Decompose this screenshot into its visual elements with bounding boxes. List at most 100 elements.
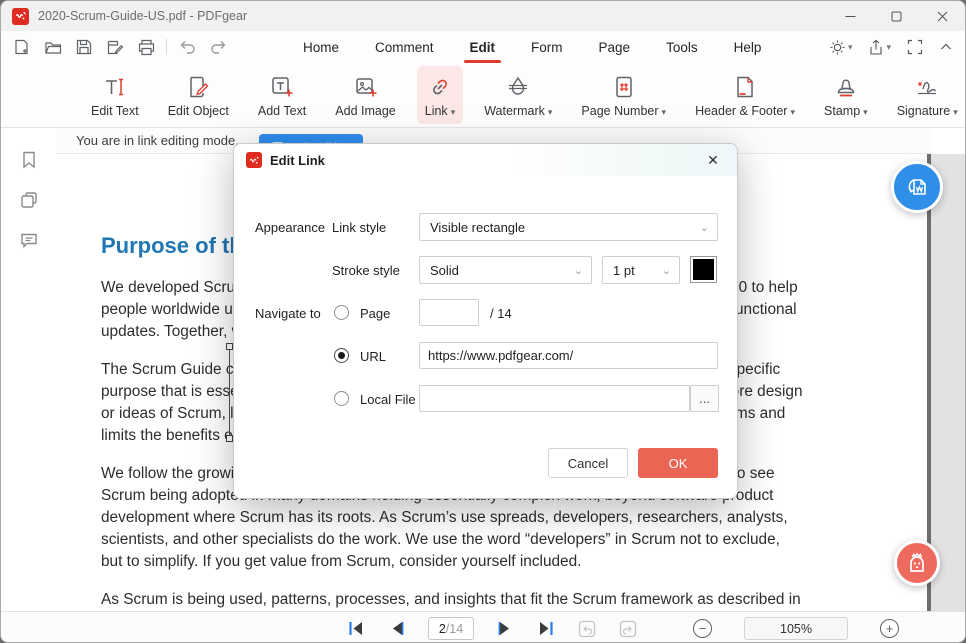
close-button[interactable]	[919, 1, 965, 31]
new-file-icon[interactable]	[11, 36, 33, 58]
next-page-button[interactable]	[495, 618, 515, 640]
link-style-value: Visible rectangle	[430, 220, 525, 235]
page-option-label: Page	[360, 306, 390, 321]
ai-assistant-button[interactable]	[894, 540, 940, 586]
ok-button[interactable]: OK	[638, 448, 718, 478]
zoom-controls: − 105% +	[693, 612, 899, 643]
quick-access-toolbar	[11, 31, 229, 63]
edit-text-icon	[102, 73, 128, 101]
print-icon[interactable]	[135, 36, 157, 58]
share-caret-icon: ▾	[886, 42, 891, 53]
zoom-level-indicator[interactable]: 105%	[744, 617, 848, 640]
collapse-ribbon-button[interactable]	[939, 40, 953, 54]
open-file-icon[interactable]	[42, 36, 64, 58]
theme-caret-icon: ▾	[848, 42, 853, 53]
tab-form[interactable]: Form	[529, 34, 565, 61]
doc-line: but to simplify. If you get value from S…	[101, 551, 911, 573]
previous-view-button[interactable]	[577, 618, 597, 640]
signature-button[interactable]: Signature▾	[889, 66, 966, 124]
watermark-button[interactable]: Watermark▾	[476, 66, 560, 124]
ribbon-label: Add Image	[335, 104, 395, 118]
link-selection-handle[interactable]	[226, 435, 233, 442]
zoom-out-button[interactable]: −	[693, 619, 712, 638]
tab-tools[interactable]: Tools	[664, 34, 700, 61]
add-text-button[interactable]: Add Text	[250, 66, 314, 124]
theme-toggle[interactable]: ▾	[829, 39, 853, 56]
dropdown-caret-icon: ▾	[548, 107, 553, 117]
link-selection-handle[interactable]	[226, 343, 233, 350]
pdfgear-window: 2020-Scrum-Guide-US.pdf - PDFgear	[0, 0, 966, 643]
stroke-color-swatch[interactable]	[690, 256, 717, 283]
watermark-icon	[505, 73, 531, 101]
page-radio[interactable]	[334, 305, 349, 320]
stamp-button[interactable]: Stamp▾	[816, 66, 876, 124]
page-number-button[interactable]: Page Number▾	[573, 66, 674, 124]
link-button[interactable]: Link▾	[417, 66, 463, 124]
next-view-button[interactable]	[618, 618, 638, 640]
pdfgear-logo-icon	[246, 152, 262, 168]
ribbon-label: Stamp▾	[824, 104, 868, 118]
save-icon[interactable]	[73, 36, 95, 58]
url-input[interactable]	[419, 342, 718, 369]
header-footer-button[interactable]: Header & Footer▾	[687, 66, 803, 124]
first-page-button[interactable]	[346, 618, 366, 640]
toolbar-separator	[166, 39, 167, 55]
tab-edit[interactable]: Edit	[468, 34, 498, 61]
save-as-icon[interactable]	[104, 36, 126, 58]
add-image-button[interactable]: Add Image	[327, 66, 403, 124]
stroke-style-select[interactable]: Solid ⌄	[419, 256, 592, 284]
ribbon-label: Watermark▾	[484, 104, 552, 118]
tab-home[interactable]: Home	[301, 34, 341, 61]
comments-panel-icon[interactable]	[1, 220, 56, 260]
select-caret-icon: ⌄	[574, 264, 583, 277]
browse-button[interactable]: ...	[690, 385, 719, 412]
stroke-style-label: Stroke style	[332, 263, 400, 278]
edit-link-dialog: Edit Link ✕ Appearance Link style Visibl…	[233, 143, 738, 499]
menu-bar: Home Comment Edit Form Page Tools Help ▾…	[1, 31, 965, 63]
stroke-width-select[interactable]: 1 pt ⌄	[602, 256, 680, 284]
edit-object-button[interactable]: Edit Object	[160, 66, 237, 124]
minimize-button[interactable]	[827, 1, 873, 31]
left-sidebar	[1, 128, 56, 611]
edit-text-button[interactable]: Edit Text	[83, 66, 147, 124]
local-file-radio[interactable]	[334, 391, 349, 406]
tab-comment[interactable]: Comment	[373, 34, 436, 61]
convert-to-word-button[interactable]	[891, 161, 943, 213]
previous-page-button[interactable]	[387, 618, 407, 640]
tab-help[interactable]: Help	[732, 34, 764, 61]
page-number-input[interactable]	[419, 299, 479, 326]
ribbon-label: Add Text	[258, 104, 306, 118]
ribbon-label: Link▾	[425, 104, 455, 118]
last-page-button[interactable]	[536, 618, 556, 640]
ribbon-label: Page Number▾	[581, 104, 666, 118]
title-bar: 2020-Scrum-Guide-US.pdf - PDFgear	[1, 1, 965, 31]
local-file-option-label: Local File	[360, 392, 416, 407]
zoom-in-button[interactable]: +	[880, 619, 899, 638]
bookmarks-panel-icon[interactable]	[1, 140, 56, 180]
redo-icon[interactable]	[207, 36, 229, 58]
doc-line: As Scrum is being used, patterns, proces…	[101, 589, 911, 611]
share-button[interactable]: ▾	[868, 39, 891, 56]
fullscreen-button[interactable]	[907, 39, 923, 55]
convert-word-icon	[903, 173, 931, 201]
add-text-icon	[269, 73, 295, 101]
status-bar: 2/14 − 105% +	[1, 611, 965, 643]
url-radio[interactable]	[334, 348, 349, 363]
ribbon-label: Signature▾	[897, 104, 958, 118]
cancel-button[interactable]: Cancel	[548, 448, 628, 478]
undo-icon[interactable]	[176, 36, 198, 58]
header-footer-icon	[732, 73, 758, 101]
maximize-button[interactable]	[873, 1, 919, 31]
doc-line: scientists, and other specialists do the…	[101, 529, 911, 551]
dialog-close-icon[interactable]: ✕	[703, 150, 723, 170]
doc-line: development where Scrum has its roots. A…	[101, 507, 911, 529]
local-file-input[interactable]	[419, 385, 690, 412]
page-indicator[interactable]: 2/14	[428, 617, 474, 640]
total-pages: /14	[446, 622, 463, 636]
pdfgear-logo-icon	[12, 8, 29, 25]
doc-paragraph: As Scrum is being used, patterns, proces…	[101, 589, 911, 611]
select-caret-icon: ⌄	[700, 221, 709, 234]
pages-panel-icon[interactable]	[1, 180, 56, 220]
tab-page[interactable]: Page	[597, 34, 633, 61]
link-style-select[interactable]: Visible rectangle ⌄	[419, 213, 718, 241]
